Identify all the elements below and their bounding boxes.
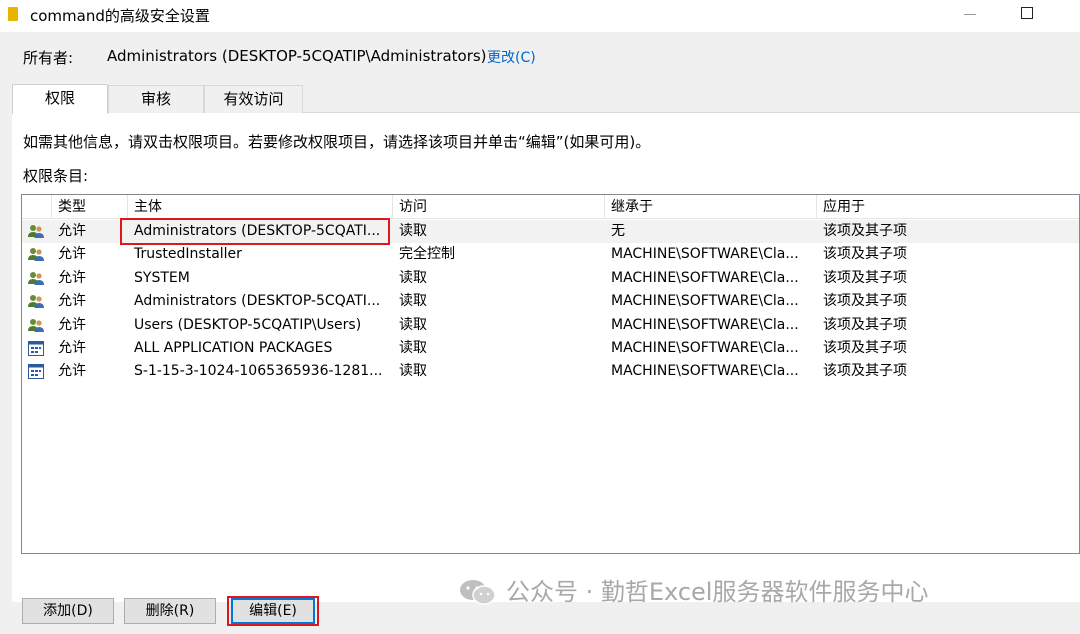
header-principal[interactable]: 主体	[128, 195, 393, 219]
table-row[interactable]: 允许 TrustedInstaller 完全控制 MACHINE\SOFTWARE\C…	[22, 243, 1079, 266]
cell-access: 读取	[399, 363, 427, 380]
folder-icon	[8, 7, 18, 21]
remove-button[interactable]: 删除(R)	[124, 598, 216, 624]
cell-principal: Users (DESKTOP-5CQATIP\Users)	[134, 316, 362, 333]
permission-entries-table[interactable]: 类型 主体 访问 继承于 应用于 允许 Administrators (DESKT…	[21, 194, 1080, 554]
maximize-button[interactable]	[1021, 7, 1033, 19]
header-applies-to[interactable]: 应用于	[817, 195, 1079, 219]
cell-type: 允许	[58, 316, 86, 333]
owner-label: 所有者:	[23, 49, 74, 67]
cell-applies-to: 该项及其子项	[823, 340, 907, 356]
cell-principal: TrustedInstaller	[134, 246, 242, 263]
tab-effective-access[interactable]: 有效访问	[204, 85, 303, 113]
tab-permissions[interactable]: 权限	[12, 84, 108, 114]
cell-principal: Administrators (DESKTOP-5CQATI...	[134, 223, 381, 239]
cell-access: 读取	[399, 223, 427, 239]
owner-value: Administrators (DESKTOP-5CQATIP\Administ…	[107, 47, 487, 65]
wechat-icon	[460, 580, 496, 605]
cell-principal: Administrators (DESKTOP-5CQATI...	[134, 293, 381, 310]
cell-access: 读取	[399, 293, 427, 310]
cell-type: 允许	[58, 269, 86, 286]
info-text: 如需其他信息，请双击权限项目。若要修改权限项目，请选择该项目并单击“编辑”(如果…	[23, 133, 651, 151]
minimize-button[interactable]	[964, 14, 976, 15]
cell-applies-to: 该项及其子项	[823, 246, 907, 263]
cell-type: 允许	[58, 340, 86, 356]
cell-applies-to: 该项及其子项	[823, 363, 907, 380]
cell-applies-to: 该项及其子项	[823, 293, 907, 310]
title-bar: command的高级安全设置	[0, 0, 1080, 32]
tab-auditing[interactable]: 审核	[108, 85, 204, 113]
table-row[interactable]: 允许 Administrators (DESKTOP-5CQATI... 读取 无 该项…	[22, 218, 1079, 245]
app-package-icon	[28, 341, 44, 356]
table-row[interactable]: 允许 Users (DESKTOP-5CQATIP\Users) 读取 MACHINE…	[22, 314, 1079, 337]
user-group-icon	[28, 318, 44, 333]
add-button[interactable]: 添加(D)	[22, 598, 114, 624]
watermark-text: 公众号 · 勤哲Excel服务器软件服务中心	[506, 578, 929, 606]
change-owner-link[interactable]: 更改(C)	[487, 47, 536, 67]
cell-applies-to: 该项及其子项	[823, 223, 907, 239]
table-row[interactable]: 允许 SYSTEM 读取 MACHINE\SOFTWARE\Cla... 该项及其子项	[22, 267, 1079, 290]
user-group-icon	[28, 247, 44, 262]
table-row[interactable]: 允许 Administrators (DESKTOP-5CQATI... 读取 MAC…	[22, 290, 1079, 313]
cell-inherited-from: MACHINE\SOFTWARE\Cla...	[611, 316, 799, 333]
cell-type: 允许	[58, 246, 86, 263]
cell-inherited-from: 无	[611, 223, 625, 239]
cell-inherited-from: MACHINE\SOFTWARE\Cla...	[611, 293, 799, 310]
table-row[interactable]: 允许 ALL APPLICATION PACKAGES 读取 MACHINE\SOFT…	[22, 337, 1079, 360]
user-group-icon	[28, 294, 44, 309]
cell-access: 完全控制	[399, 246, 455, 263]
table-header: 类型 主体 访问 继承于 应用于	[22, 195, 1079, 219]
permission-entries-label: 权限条目:	[23, 167, 89, 185]
cell-inherited-from: MACHINE\SOFTWARE\Cla...	[611, 363, 799, 380]
header-icon-col	[22, 195, 52, 219]
cell-applies-to: 该项及其子项	[823, 316, 907, 333]
header-type[interactable]: 类型	[52, 195, 128, 219]
app-package-icon	[28, 364, 44, 380]
cell-access: 读取	[399, 316, 427, 333]
cell-principal: S-1-15-3-1024-1065365936-1281...	[134, 363, 383, 380]
cell-access: 读取	[399, 269, 427, 286]
table-row[interactable]: 允许 S-1-15-3-1024-1065365936-1281... 读取 MACH…	[22, 360, 1079, 383]
cell-type: 允许	[58, 363, 86, 380]
user-group-icon	[28, 224, 44, 239]
cell-principal: ALL APPLICATION PACKAGES	[134, 340, 333, 356]
cell-inherited-from: MACHINE\SOFTWARE\Cla...	[611, 269, 799, 286]
header-inherited-from[interactable]: 继承于	[605, 195, 817, 219]
window-title: command的高级安全设置	[30, 7, 210, 25]
cell-principal: SYSTEM	[134, 269, 190, 286]
cell-type: 允许	[58, 293, 86, 310]
header-access[interactable]: 访问	[393, 195, 605, 219]
cell-access: 读取	[399, 340, 427, 356]
cell-inherited-from: MACHINE\SOFTWARE\Cla...	[611, 340, 799, 356]
cell-type: 允许	[58, 223, 86, 239]
cell-inherited-from: MACHINE\SOFTWARE\Cla...	[611, 246, 799, 263]
cell-applies-to: 该项及其子项	[823, 269, 907, 286]
edit-button[interactable]: 编辑(E)	[231, 598, 315, 624]
user-group-icon	[28, 271, 44, 286]
